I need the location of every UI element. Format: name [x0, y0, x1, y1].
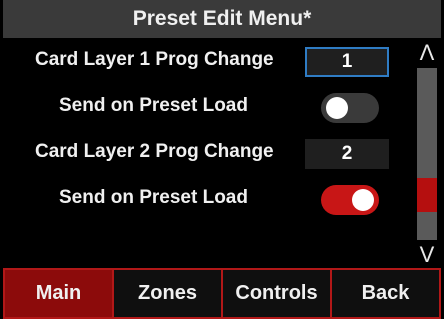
settings-list: Card Layer 1 Prog Change 1 Send on Prese… — [3, 38, 413, 268]
row-label: Send on Preset Load — [59, 187, 248, 208]
toggle-knob — [352, 189, 374, 211]
tab-controls[interactable]: Controls — [222, 268, 331, 319]
scrollbar[interactable]: Λ V — [413, 38, 441, 268]
row-card-layer-2-prog-change[interactable]: Card Layer 2 Prog Change 2 — [3, 130, 413, 176]
value-text: 1 — [341, 51, 353, 72]
row-send-on-preset-load-2[interactable]: Send on Preset Load — [3, 176, 413, 222]
preset-edit-screen: Preset Edit Menu* Card Layer 1 Prog Chan… — [3, 0, 441, 319]
row-label: Card Layer 2 Prog Change — [35, 141, 274, 162]
row-card-layer-1-prog-change[interactable]: Card Layer 1 Prog Change 1 — [3, 38, 413, 84]
send-on-preset-load-1-toggle[interactable] — [321, 93, 379, 123]
layer-1-prog-change-value[interactable]: 1 — [305, 47, 389, 77]
tab-zones[interactable]: Zones — [113, 268, 222, 319]
chevron-up-icon[interactable]: Λ — [413, 42, 441, 64]
row-label: Send on Preset Load — [59, 95, 248, 116]
tab-back[interactable]: Back — [331, 268, 441, 319]
tab-bar: Main Zones Controls Back — [3, 268, 441, 319]
toggle-knob — [326, 97, 348, 119]
scroll-track[interactable] — [417, 68, 437, 240]
send-on-preset-load-2-toggle[interactable] — [321, 185, 379, 215]
layer-2-prog-change-value[interactable]: 2 — [305, 139, 389, 169]
row-label: Card Layer 1 Prog Change — [35, 49, 274, 70]
row-send-on-preset-load-1[interactable]: Send on Preset Load — [3, 84, 413, 130]
tab-main[interactable]: Main — [3, 268, 113, 319]
chevron-down-icon[interactable]: V — [413, 244, 441, 266]
scroll-thumb[interactable] — [417, 178, 437, 212]
title-bar: Preset Edit Menu* — [3, 0, 441, 38]
page-title: Preset Edit Menu* — [132, 7, 312, 30]
value-text: 2 — [341, 143, 353, 164]
